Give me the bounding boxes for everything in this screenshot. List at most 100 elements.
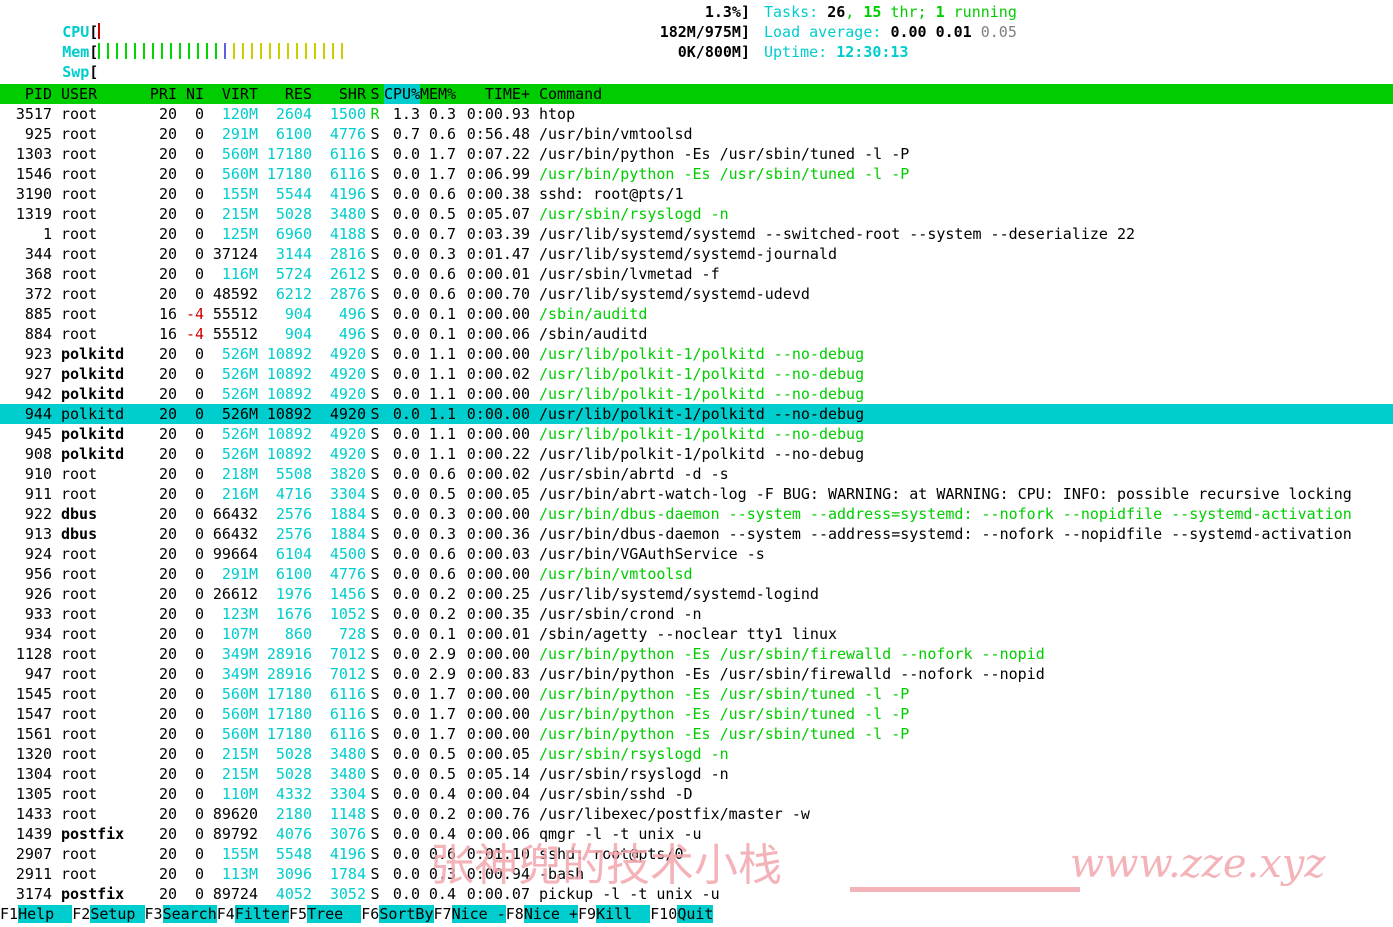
table-row[interactable]: 925 root 20 0 291M 6100 4776 S 0.7 0.6 0:56.48/usr… [0, 124, 1393, 144]
fn-key-f8[interactable]: F8 [505, 905, 524, 923]
fn-label-filter[interactable]: Filter [234, 905, 289, 923]
table-row[interactable]: 1547 root 20 0 560M 17180 6116 S 0.0 1.7 0:00.00/u… [0, 704, 1393, 724]
fn-key-f4[interactable]: F4 [216, 905, 235, 923]
cell-state: S [370, 705, 380, 723]
table-row[interactable]: 1 root 20 0 125M 6960 4188 S 0.0 0.7 0:03.39/usr/l… [0, 224, 1393, 244]
cell-mem-percent: 1.1 [428, 385, 456, 403]
process-list[interactable]: 3517 root 20 0 120M 2604 1500 R 1.3 0.3 0:00.93 hto… [0, 104, 1393, 902]
function-key-bar[interactable]: F1Help F2Setup F3SearchF4FilterF5Tree F6… [0, 902, 1393, 927]
fn-label-quit[interactable]: Quit [677, 905, 714, 923]
cell-pri: 20 [158, 245, 177, 263]
meter-tick [161, 43, 164, 59]
fn-key-f7[interactable]: F7 [433, 905, 452, 923]
table-row[interactable]: 1319 root 20 0 215M 5028 3480 S 0.0 0.5 0:05.07/us… [0, 204, 1393, 224]
table-row[interactable]: 1561 root 20 0 560M 17180 6116 S 0.0 1.7 0:00.00/u… [0, 724, 1393, 744]
table-row[interactable]: 944 polkitd 20 0 526M 10892 4920 S 0.0 1.1 0:00.00… [0, 404, 1393, 424]
cell-user: root [61, 565, 98, 583]
column-header-mem[interactable]: MEM% [420, 84, 456, 104]
table-row[interactable]: 1433 root 20 0 89620 2180 1148 S 0.0 0.2 0:00.76/u… [0, 804, 1393, 824]
table-row[interactable]: 942 polkitd 20 0 526M 10892 4920 S 0.0 1.1 0:00.00… [0, 384, 1393, 404]
table-row[interactable]: 934 root 20 0 107M 860 728 S 0.0 0.1 0:00.01/sbin/… [0, 624, 1393, 644]
cell-time: 0:00.02 [466, 365, 530, 383]
cell-mem-percent: 0.4 [428, 885, 456, 902]
table-row[interactable]: 368 root 20 0 116M 5724 2612 S 0.0 0.6 0:00.01/usr… [0, 264, 1393, 284]
table-row[interactable]: 910 root 20 0 218M 5508 3820 S 0.0 0.6 0:00.02/usr… [0, 464, 1393, 484]
system-meters-header: CPU[ Mem[ Swp[ 1.3%] 182M/975M] 0K/800M]… [0, 0, 1393, 82]
column-header-shr[interactable]: SHR [312, 84, 366, 104]
table-row[interactable]: 2911 root 20 0 113M 3096 1784 S 0.0 0.3 0:00.94 -ba… [0, 864, 1393, 884]
cell-time: 0:00.00 [466, 385, 530, 403]
table-row[interactable]: 924 root 20 0 99664 6104 4500 S 0.0 0.6 0:00.03/us… [0, 544, 1393, 564]
cell-pri: 20 [158, 365, 177, 383]
fn-label-setup[interactable]: Setup [90, 905, 145, 923]
fn-key-f3[interactable]: F3 [144, 905, 163, 923]
cell-command: /usr/lib/systemd/systemd-udevd [539, 285, 810, 303]
table-row[interactable]: 1546 root 20 0 560M 17180 6116 S 0.0 1.7 0:06.99/u… [0, 164, 1393, 184]
cell-ni: 0 [194, 845, 204, 863]
fn-key-f9[interactable]: F9 [578, 905, 597, 923]
cell-user: root [61, 305, 98, 323]
cell-res: 17180 [266, 165, 312, 183]
fn-key-f6[interactable]: F6 [361, 905, 380, 923]
table-row[interactable]: 1439 postfix 20 0 89792 4076 3076 S 0.0 0.4 0:00.0… [0, 824, 1393, 844]
column-header-cpu[interactable]: CPU% [384, 84, 420, 104]
table-row[interactable]: 908 polkitd 20 0 526M 10892 4920 S 0.0 1.1 0:00.22… [0, 444, 1393, 464]
table-row[interactable]: 923 polkitd 20 0 526M 10892 4920 S 0.0 1.1 0:00.00… [0, 344, 1393, 364]
cell-user: root [61, 865, 98, 883]
column-header-command[interactable]: Command [530, 84, 602, 104]
cell-cpu-percent: 0.0 [392, 365, 420, 383]
fn-key-f1[interactable]: F1 [0, 905, 19, 923]
cell-pri: 20 [158, 545, 177, 563]
fn-label-help[interactable]: Help [18, 905, 73, 923]
cell-virt: 526M [221, 425, 258, 443]
column-header-res[interactable]: RES [258, 84, 312, 104]
column-header-virt[interactable]: VIRT [204, 84, 258, 104]
fn-label-search[interactable]: Search [162, 905, 217, 923]
column-header-pri[interactable]: PRI [143, 84, 177, 104]
fn-key-f10[interactable]: F10 [650, 905, 678, 923]
table-row[interactable]: 884 root 16 -4 55512 904 496 S 0.0 0.1 0:00.06/sbi… [0, 324, 1393, 344]
table-row[interactable]: 1545 root 20 0 560M 17180 6116 S 0.0 1.7 0:00.00/u… [0, 684, 1393, 704]
cell-cpu-percent: 0.0 [392, 805, 420, 823]
fn-key-f5[interactable]: F5 [289, 905, 308, 923]
fn-label-kill[interactable]: Kill [596, 905, 651, 923]
table-row[interactable]: 927 polkitd 20 0 526M 10892 4920 S 0.0 1.1 0:00.02… [0, 364, 1393, 384]
table-row[interactable]: 945 polkitd 20 0 526M 10892 4920 S 0.0 1.1 0:00.00… [0, 424, 1393, 444]
table-row[interactable]: 3174 postfix 20 0 89724 4052 3052 S 0.0 0.4 0:00.0… [0, 884, 1393, 902]
table-row[interactable]: 933 root 20 0 123M 1676 1052 S 0.0 0.2 0:00.35/usr… [0, 604, 1393, 624]
table-row[interactable]: 956 root 20 0 291M 6100 4776 S 0.0 0.6 0:00.00/usr… [0, 564, 1393, 584]
table-row[interactable]: 885 root 16 -4 55512 904 496 S 0.0 0.1 0:00.00/sbi… [0, 304, 1393, 324]
cell-pid: 1319 [15, 205, 52, 223]
cell-pid: 1433 [15, 805, 52, 823]
column-header-user[interactable]: USER [52, 84, 143, 104]
column-header-ni[interactable]: NI [177, 84, 204, 104]
table-row[interactable]: 2907 root 20 0 155M 5548 4196 S 0.0 0.6 0:01.10 ssh… [0, 844, 1393, 864]
fn-label-nice-[interactable]: Nice + [523, 905, 578, 923]
column-header-row[interactable]: PID USER PRI NI VIRT RES SHR S CPU%MEM% TIME+ Comm… [0, 84, 602, 104]
table-row[interactable]: 372 root 20 0 48592 6212 2876 S 0.0 0.6 0:00.70/us… [0, 284, 1393, 304]
process-table-header[interactable]: PID USER PRI NI VIRT RES SHR S CPU%MEM% TIME+ Comm… [0, 84, 1393, 104]
table-row[interactable]: 913 dbus 20 0 66432 2576 1884 S 0.0 0.3 0:00.36/us… [0, 524, 1393, 544]
cell-cpu-percent: 0.0 [392, 765, 420, 783]
fn-label-tree[interactable]: Tree [307, 905, 362, 923]
table-row[interactable]: 1305 root 20 0 110M 4332 3304 S 0.0 0.4 0:00.04/us… [0, 784, 1393, 804]
cell-user: root [61, 805, 98, 823]
cell-time: 0:00.93 [466, 105, 530, 123]
table-row[interactable]: 344 root 20 0 37124 3144 2816 S 0.0 0.3 0:01.47/us… [0, 244, 1393, 264]
fn-label-nice-[interactable]: Nice - [451, 905, 506, 923]
table-row[interactable]: 3517 root 20 0 120M 2604 1500 R 1.3 0.3 0:00.93 hto… [0, 104, 1393, 124]
fn-key-f2[interactable]: F2 [72, 905, 91, 923]
table-row[interactable]: 1128 root 20 0 349M 28916 7012 S 0.0 2.9 0:00.00/u… [0, 644, 1393, 664]
table-row[interactable]: 1303 root 20 0 560M 17180 6116 S 0.0 1.7 0:07.22/u… [0, 144, 1393, 164]
column-header-state[interactable]: S [366, 84, 384, 104]
table-row[interactable]: 922 dbus 20 0 66432 2576 1884 S 0.0 0.3 0:00.00/us… [0, 504, 1393, 524]
column-header-time[interactable]: TIME+ [456, 84, 530, 104]
fn-label-sortby[interactable]: SortBy [379, 905, 434, 923]
table-row[interactable]: 911 root 20 0 216M 4716 3304 S 0.0 0.5 0:00.05/usr… [0, 484, 1393, 504]
table-row[interactable]: 1320 root 20 0 215M 5028 3480 S 0.0 0.5 0:00.05/us… [0, 744, 1393, 764]
table-row[interactable]: 1304 root 20 0 215M 5028 3480 S 0.0 0.5 0:05.14/us… [0, 764, 1393, 784]
table-row[interactable]: 3190 root 20 0 155M 5544 4196 S 0.0 0.6 0:00.38 ssh… [0, 184, 1393, 204]
table-row[interactable]: 947 root 20 0 349M 28916 7012 S 0.0 2.9 0:00.83/us… [0, 664, 1393, 684]
column-header-pid[interactable]: PID [0, 84, 52, 104]
table-row[interactable]: 926 root 20 0 26612 1976 1456 S 0.0 0.2 0:00.25/us… [0, 584, 1393, 604]
